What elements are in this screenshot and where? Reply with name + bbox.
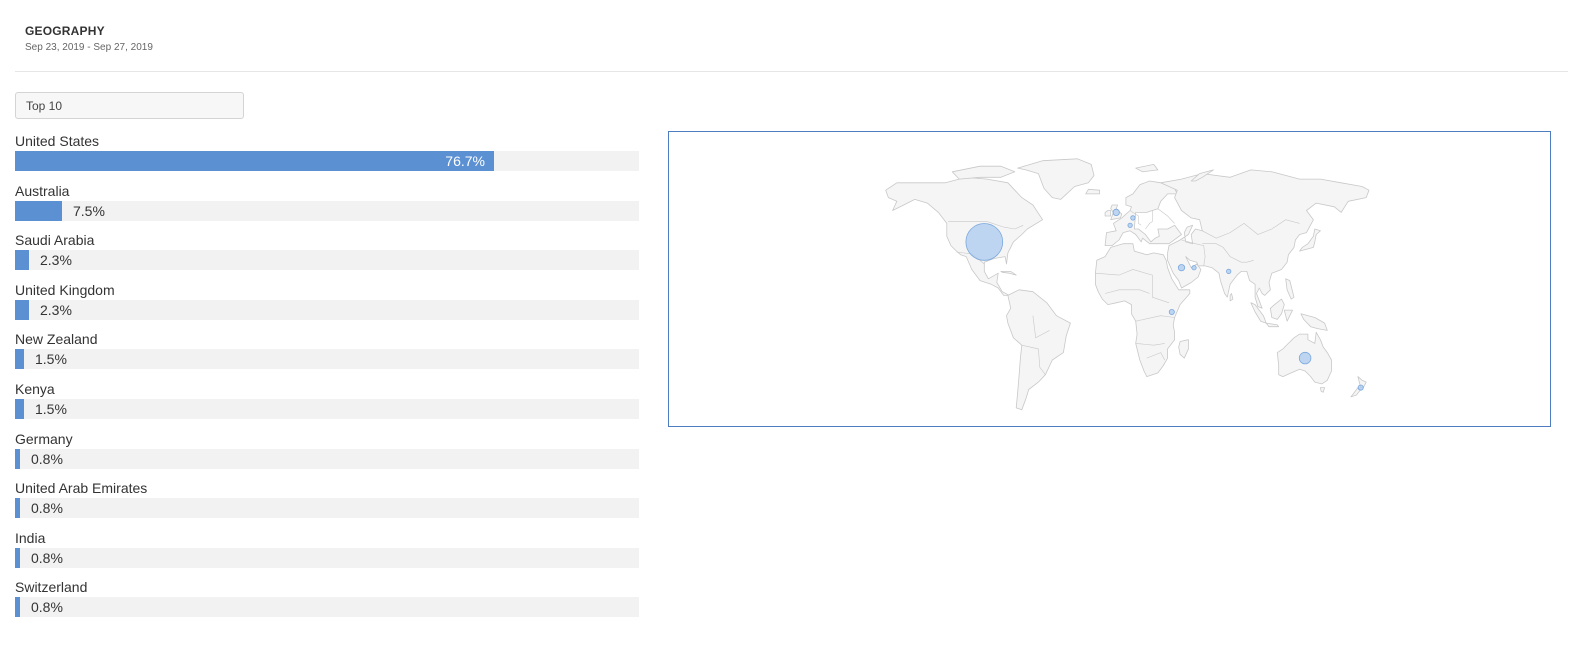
country-bubble[interactable] <box>1357 384 1364 391</box>
country-bar-fill <box>15 597 20 618</box>
country-bubble[interactable] <box>1298 351 1312 365</box>
landmass-shape <box>1104 210 1112 217</box>
country-percent: 0.8% <box>31 549 63 566</box>
landmass-shape <box>1160 169 1370 309</box>
country-name: United Arab Emirates <box>15 480 148 497</box>
landmass-shape <box>1320 387 1325 393</box>
country-percent: 1.5% <box>35 351 67 368</box>
landmass-shape <box>1283 309 1293 322</box>
country-bar-track: 0.8% <box>15 597 639 618</box>
landmass-shape <box>885 176 1043 296</box>
country-row[interactable]: Germany 0.8% <box>15 431 639 481</box>
country-bar-fill <box>15 200 62 221</box>
country-row[interactable]: United Kingdom 2.3% <box>15 282 639 332</box>
country-row[interactable]: New Zealand 1.5% <box>15 331 639 381</box>
country-row[interactable]: Kenya 1.5% <box>15 381 639 431</box>
country-percent: 2.3% <box>40 301 72 318</box>
top-n-select[interactable]: Top 10 <box>15 92 244 119</box>
country-bar-fill <box>15 547 20 568</box>
landmass-shape <box>1000 271 1017 276</box>
country-percent: 76.7% <box>445 153 485 169</box>
country-bar-track: 2.3% <box>15 250 639 271</box>
country-row[interactable]: Australia 7.5% <box>15 183 639 233</box>
country-bubble[interactable] <box>1191 265 1197 271</box>
widget-header: GEOGRAPHY Sep 23, 2019 - Sep 27, 2019 <box>25 24 153 53</box>
country-bubble[interactable] <box>1127 222 1133 228</box>
country-bar-track: 0.8% <box>15 498 639 519</box>
country-bar-track: 2.3% <box>15 299 639 320</box>
country-bar-fill <box>15 349 24 370</box>
country-bubble[interactable] <box>1177 264 1186 272</box>
country-name: Australia <box>15 182 70 199</box>
country-percent: 1.5% <box>35 400 67 417</box>
landmass-shape <box>1017 158 1095 200</box>
country-bar-track: 1.5% <box>15 349 639 370</box>
country-bar-track: 1.5% <box>15 398 639 419</box>
country-bar-track: 7.5% <box>15 200 639 221</box>
country-bar-track: 0.8% <box>15 448 639 469</box>
country-border <box>1145 210 1153 230</box>
landmass-shape <box>951 165 1016 180</box>
header-divider <box>15 71 1568 72</box>
landmass-shape <box>1265 322 1280 328</box>
country-name: United Kingdom <box>15 281 115 298</box>
country-percent: 7.5% <box>73 202 105 219</box>
landmass-shape <box>1270 298 1285 320</box>
world-map[interactable] <box>668 131 1551 427</box>
country-row[interactable]: Switzerland 0.8% <box>15 579 639 629</box>
landmass-shape <box>1135 164 1159 173</box>
country-row[interactable]: Saudi Arabia 2.3% <box>15 232 639 282</box>
country-name: Switzerland <box>15 579 88 596</box>
country-bubble[interactable] <box>1168 308 1175 315</box>
country-bar-track: 76.7% <box>15 151 639 171</box>
country-name: India <box>15 529 46 546</box>
country-bar-fill <box>15 151 494 171</box>
country-name: New Zealand <box>15 331 98 348</box>
landmass-shape <box>1178 339 1189 359</box>
world-map-svg <box>885 158 1370 411</box>
country-name: Saudi Arabia <box>15 232 95 249</box>
widget-title: GEOGRAPHY <box>25 24 105 38</box>
country-bar-fill <box>15 448 20 469</box>
map-landmasses <box>885 158 1370 411</box>
country-name: Germany <box>15 430 73 447</box>
country-bubble[interactable] <box>1130 215 1136 221</box>
country-bubble[interactable] <box>965 223 1004 261</box>
country-bar-fill <box>15 250 29 271</box>
landmass-shape <box>1285 278 1295 300</box>
country-bubble[interactable] <box>1226 268 1232 274</box>
landmass-shape <box>1300 313 1328 331</box>
country-bubble[interactable] <box>1112 208 1120 217</box>
country-name: United States <box>15 133 100 149</box>
country-name: Kenya <box>15 380 55 397</box>
country-bar-list: United States 76.7% Australia 7.5% Saudi Ara… <box>15 133 639 629</box>
country-row[interactable]: India 0.8% <box>15 530 639 580</box>
date-range: Sep 23, 2019 - Sep 27, 2019 <box>25 42 153 53</box>
country-percent: 0.8% <box>31 450 63 467</box>
country-row[interactable]: United States 76.7% <box>15 133 639 183</box>
country-bar-fill <box>15 498 20 519</box>
country-percent: 2.3% <box>40 252 72 269</box>
country-percent: 0.8% <box>31 500 63 517</box>
country-row[interactable]: United Arab Emirates 0.8% <box>15 480 639 530</box>
landmass-shape <box>1229 293 1234 302</box>
country-border <box>1157 208 1175 224</box>
country-bar-track: 0.8% <box>15 547 639 568</box>
country-bar-fill <box>15 299 29 320</box>
landmass-shape <box>1085 188 1100 195</box>
country-bar-fill <box>15 398 24 419</box>
country-percent: 0.8% <box>31 599 63 616</box>
